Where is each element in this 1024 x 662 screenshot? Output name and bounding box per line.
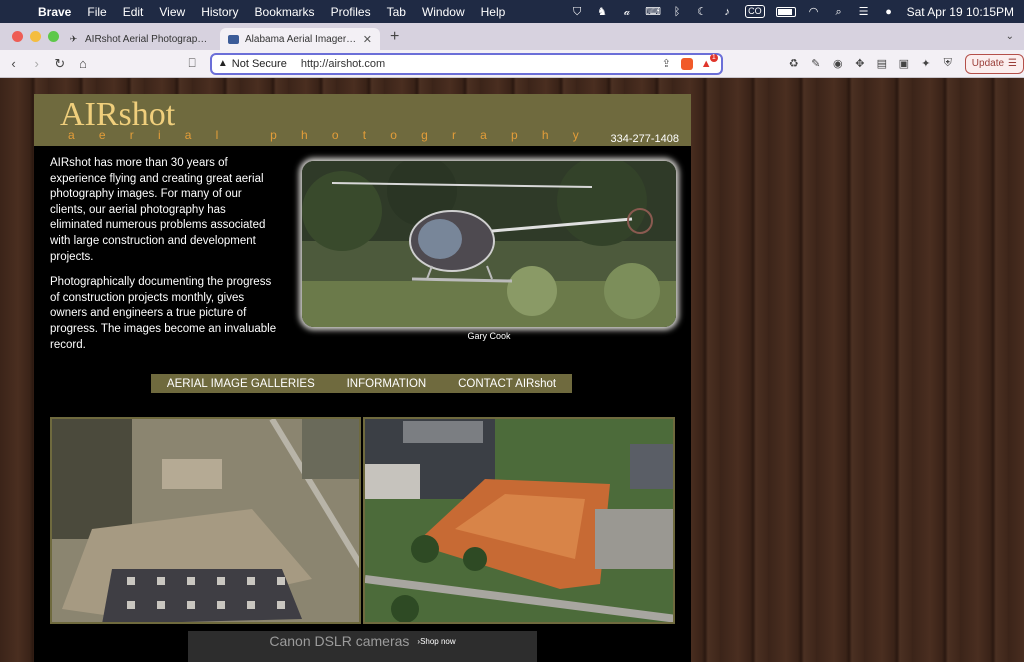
back-icon[interactable]: ‹: [4, 56, 23, 71]
menu-profiles[interactable]: Profiles: [323, 5, 379, 19]
camera-icon[interactable]: ◉: [831, 57, 845, 70]
nav-contact-link[interactable]: CONTACT AIRshot: [458, 378, 556, 390]
helicopter-photo: [302, 161, 676, 327]
menu-help[interactable]: Help: [473, 5, 514, 19]
address-bar[interactable]: ▲ Not Secure http://airshot.com ⇪ ▲ 1: [209, 52, 723, 75]
menubar-status-area: ⛉ ♞ 𝒶 ⌨ ᛒ ☾ ♪ CO ◠ ⌕ ☰ ● Sat Apr 19 10:1…: [570, 5, 1024, 19]
aerial-photo-construction-site[interactable]: [50, 417, 361, 624]
brave-rewards-icon[interactable]: ▲ 1: [701, 53, 718, 70]
nav-information-link[interactable]: INFORMATION: [347, 378, 427, 390]
search-icon[interactable]: ⌕: [832, 6, 846, 18]
aerial-photo-excavation-site[interactable]: [363, 417, 675, 624]
siri-icon[interactable]: ●: [882, 6, 896, 18]
intro-paragraph: AIRshot has more than 30 years of experi…: [50, 157, 266, 263]
extensions-puzzle-icon[interactable]: ✥: [853, 57, 867, 70]
menu-view[interactable]: View: [151, 5, 193, 19]
brave-shields-icon[interactable]: [680, 57, 693, 70]
wallet-icon[interactable]: ▣: [897, 57, 911, 70]
camera-ad-banner[interactable]: Canon DSLR cameras ›Shop now: [188, 631, 537, 662]
nav-galleries-link[interactable]: AERIAL IMAGE GALLERIES: [167, 378, 315, 390]
close-tab-icon[interactable]: ✕: [363, 33, 372, 46]
close-window-icon[interactable]: [12, 31, 23, 42]
elephant-icon[interactable]: ♞: [595, 6, 609, 18]
recycle-icon[interactable]: ♻: [787, 57, 801, 70]
ai-sparkle-icon[interactable]: ✦: [919, 57, 933, 70]
window-controls: [0, 31, 60, 42]
site-header: AIRshot aerial photography 334-277-1408: [34, 94, 691, 146]
browser-tab-strip: ✈ AIRshot Aerial Photography – Drone… Al…: [0, 23, 1024, 50]
signature-icon[interactable]: 𝒶: [620, 6, 634, 18]
tab-title: AIRshot Aerial Photography – Drone…: [85, 33, 212, 45]
zoom-window-icon[interactable]: [48, 31, 59, 42]
menu-file[interactable]: File: [79, 5, 114, 19]
home-icon[interactable]: ⌂: [73, 56, 92, 71]
menubar-datetime[interactable]: Sat Apr 19 10:15PM: [907, 5, 1014, 19]
chevron-down-icon[interactable]: ⌄: [1006, 31, 1014, 42]
vpn-icon[interactable]: ⛨: [941, 57, 955, 70]
update-button[interactable]: Update ☰: [964, 53, 1024, 74]
site-favicon-icon: [228, 34, 239, 44]
airshot-site: AIRshot aerial photography 334-277-1408 …: [34, 94, 691, 662]
new-tab-icon[interactable]: +: [390, 28, 399, 46]
tab-title: Alabama Aerial Imagery - Mo…: [245, 33, 357, 45]
page-viewport[interactable]: AIRshot aerial photography 334-277-1408 …: [0, 78, 1024, 662]
macos-menubar: Brave File Edit View History Bookmarks P…: [0, 0, 1024, 23]
menu-app-name[interactable]: Brave: [30, 5, 79, 19]
forward-icon[interactable]: ›: [27, 56, 46, 71]
control-center-icon[interactable]: ☰: [857, 6, 871, 18]
share-icon[interactable]: ⇪: [662, 57, 671, 70]
url-input[interactable]: http://airshot.com: [301, 58, 662, 70]
wifi-icon[interactable]: ◠: [807, 6, 821, 18]
menu-tab[interactable]: Tab: [379, 5, 414, 19]
tab-airshot-drone[interactable]: ✈ AIRshot Aerial Photography – Drone…: [60, 28, 220, 50]
menu-window[interactable]: Window: [414, 5, 473, 19]
sidebar-icon[interactable]: ▤: [875, 57, 889, 70]
site-nav: AERIAL IMAGE GALLERIES INFORMATION CONTA…: [151, 374, 572, 393]
drone-favicon-icon: ✈: [69, 33, 78, 44]
input-source-badge[interactable]: CO: [745, 5, 765, 18]
battery-icon[interactable]: [775, 6, 796, 17]
intro-text: AIRshot has more than 30 years of experi…: [50, 156, 280, 363]
eyedropper-icon[interactable]: ✎: [809, 57, 823, 70]
minimize-window-icon[interactable]: [30, 31, 41, 42]
reload-icon[interactable]: ↻: [50, 56, 69, 72]
menu-icon: ☰: [1008, 58, 1018, 69]
volume-icon[interactable]: ♪: [720, 6, 734, 18]
bluetooth-icon[interactable]: ᛒ: [670, 6, 684, 18]
rewards-count: 1: [709, 53, 718, 62]
site-tagline: aerial photography: [68, 128, 604, 142]
security-label[interactable]: Not Secure: [232, 58, 287, 70]
phone-number: 334-277-1408: [610, 133, 679, 145]
extension-icons: ♻ ✎ ◉ ✥ ▤ ▣ ✦ ⛨: [787, 57, 955, 70]
bookmark-icon[interactable]: ⎕: [189, 56, 202, 71]
update-label: Update: [971, 58, 1005, 69]
tab-alabama-aerial[interactable]: Alabama Aerial Imagery - Mo… ✕: [220, 28, 380, 50]
menu-history[interactable]: History: [193, 5, 246, 19]
menu-edit[interactable]: Edit: [115, 5, 152, 19]
ad-shop-link[interactable]: ›Shop now: [417, 637, 455, 646]
photo-caption: Gary Cook: [467, 331, 511, 341]
menu-bookmarks[interactable]: Bookmarks: [247, 5, 323, 19]
shield-icon[interactable]: ⛉: [570, 6, 584, 18]
browser-toolbar: ‹ › ↻ ⌂ ⎕ ▲ Not Secure http://airshot.co…: [0, 50, 1024, 78]
warning-icon: ▲: [217, 58, 228, 69]
moon-icon[interactable]: ☾: [695, 6, 709, 18]
ad-text: Canon DSLR cameras: [269, 633, 410, 649]
keyboard-icon[interactable]: ⌨: [645, 6, 661, 18]
intro-paragraph: Photographically documenting the progres…: [50, 276, 277, 351]
